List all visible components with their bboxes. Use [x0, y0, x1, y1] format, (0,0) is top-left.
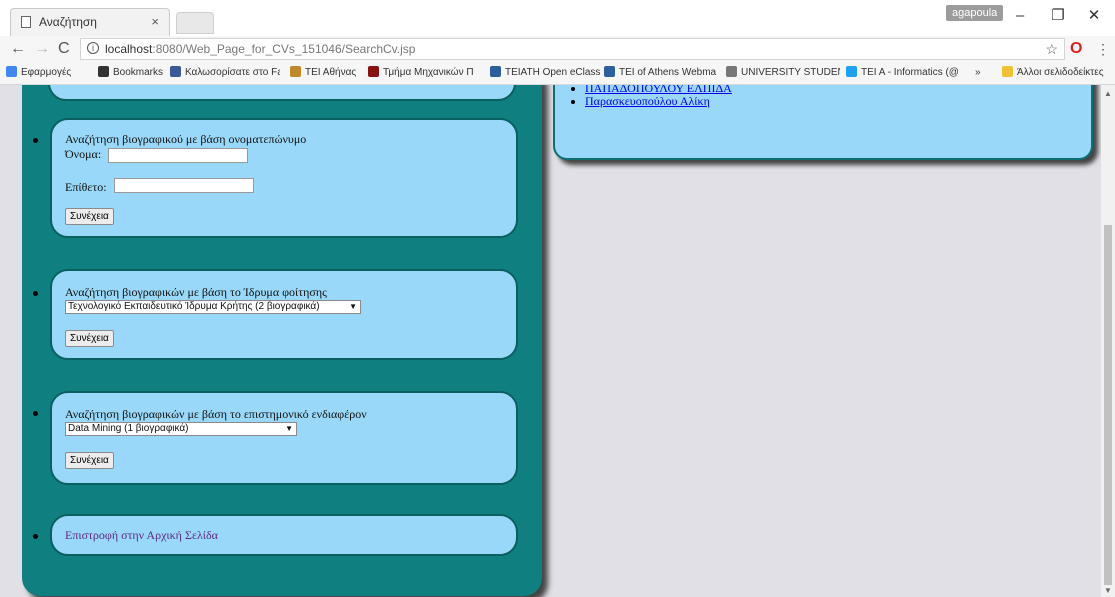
dept-logo-icon [368, 66, 379, 77]
continue-button[interactable]: Συνέχεια [65, 330, 114, 347]
bookmark-twitter[interactable]: TEI A - Informatics (@ [846, 62, 960, 84]
bookmark-tei-athens[interactable]: ΤΕΙ Αθήνας [290, 62, 356, 84]
interest-select[interactable]: Data Mining (1 βιογραφικά) ▼ [65, 422, 297, 436]
list-bullet [33, 138, 38, 143]
university-icon [726, 66, 737, 77]
page-scrollbar[interactable]: ▲ ▼ [1101, 85, 1115, 597]
results-panel: ΠΑΠΑΔΟΠΟΥΛΟΥ ΕΛΠΙΔΑ Παρασκευοπούλου Αλίκ… [553, 85, 1093, 160]
menu-kebab-icon[interactable]: ⋮ [1096, 39, 1110, 59]
url-text: localhost:8080/Web_Page_for_CVs_151046/S… [105, 42, 416, 56]
continue-button[interactable]: Συνέχεια [65, 208, 114, 225]
continue-button[interactable]: Συνέχεια [65, 452, 114, 469]
search-by-interest-card: Αναζήτηση βιογραφικών με βάση το επιστημ… [50, 391, 518, 485]
scroll-down-icon[interactable]: ▼ [1104, 586, 1112, 595]
dropdown-arrow-icon: ▼ [349, 302, 357, 311]
tei-logo-icon [290, 66, 301, 77]
bookmark-star-icon[interactable]: ☆ [1045, 39, 1058, 59]
list-bullet [33, 291, 38, 296]
reload-icon[interactable]: C [58, 37, 70, 61]
dropdown-arrow-icon: ▼ [285, 424, 293, 433]
bookmark-university[interactable]: UNIVERSITY STUDENT [726, 62, 840, 84]
bookmarks-more-icon[interactable]: » [975, 62, 981, 84]
card-heading: Αναζήτηση βιογραφικών με βάση το Ίδρυμα … [65, 285, 327, 299]
opera-extension-icon[interactable]: O [1070, 39, 1082, 59]
address-bar: ← → C i localhost:8080/Web_Page_for_CVs_… [0, 36, 1115, 62]
minimize-button[interactable]: – [1006, 4, 1034, 28]
result-link[interactable]: Παρασκευοπούλου Αλίκη [585, 94, 710, 108]
apps-grid-icon [6, 66, 17, 77]
card-heading: Αναζήτηση βιογραφικού με βάση ονοματεπών… [65, 132, 307, 146]
bookmark-bookmarks[interactable]: Bookmarks [98, 62, 163, 84]
browser-tab[interactable]: Αναζήτηση × [10, 8, 170, 36]
home-link[interactable]: Επιστροφή στην Αρχική Σελίδα [65, 528, 218, 543]
bookmarks-bar: Εφαρμογές Bookmarks Καλωσορίσατε στο Fa … [0, 62, 1115, 85]
bookmark-apps[interactable]: Εφαρμογές [6, 62, 71, 84]
url-input[interactable]: i localhost:8080/Web_Page_for_CVs_151046… [80, 38, 1065, 60]
forward-arrow-icon[interactable]: → [34, 37, 50, 61]
institution-select[interactable]: Τεχνολογικό Εκπαιδευτικό Ίδρυμα Κρήτης (… [65, 300, 361, 314]
bookmark-eclass[interactable]: TEIATH Open eClass [490, 62, 600, 84]
results-list: ΠΑΠΑΔΟΠΟΥΛΟΥ ΕΛΠΙΔΑ Παρασκευοπούλου Αλίκ… [585, 85, 732, 108]
tab-title: Αναζήτηση [39, 15, 97, 29]
scroll-up-icon[interactable]: ▲ [1104, 89, 1112, 98]
bookmark-facebook[interactable]: Καλωσορίσατε στο Fa [170, 62, 280, 84]
tab-close-icon[interactable]: × [151, 9, 159, 35]
folder-icon [1002, 66, 1013, 77]
list-item: Παρασκευοπούλου Αλίκη [585, 95, 732, 108]
home-link-card: Επιστροφή στην Αρχική Σελίδα [50, 514, 518, 556]
scrollbar-thumb[interactable] [1104, 225, 1112, 585]
list-bullet [33, 534, 38, 539]
first-name-input[interactable] [108, 148, 248, 163]
user-badge[interactable]: agapoula [946, 5, 1004, 21]
page-icon [21, 16, 31, 28]
new-tab-button[interactable] [176, 12, 214, 34]
star-icon [98, 66, 109, 77]
facebook-icon [170, 66, 181, 77]
last-name-input[interactable] [114, 178, 254, 193]
back-arrow-icon[interactable]: ← [10, 37, 26, 61]
last-name-label: Επίθετο: [65, 180, 107, 194]
search-by-name-card: Αναζήτηση βιογραφικού με βάση ονοματεπών… [50, 118, 518, 238]
restore-button[interactable]: ❐ [1044, 4, 1072, 28]
first-name-label: Όνομα: [65, 147, 102, 161]
previous-card [48, 85, 516, 101]
info-icon[interactable]: i [87, 42, 99, 54]
bookmark-webmail[interactable]: TEI of Athens Webma [604, 62, 720, 84]
page-viewport: ΠΑΠΑΔΟΠΟΥΛΟΥ ΕΛΠΙΔΑ Παρασκευοπούλου Αλίκ… [0, 85, 1101, 597]
other-bookmarks[interactable]: Άλλοι σελιδοδείκτες [1002, 62, 1104, 84]
bookmark-dept[interactable]: Τμήμα Μηχανικών Π [368, 62, 478, 84]
webmail-icon [604, 66, 615, 77]
close-window-button[interactable]: ✕ [1080, 4, 1108, 28]
list-bullet [33, 411, 38, 416]
eclass-icon [490, 66, 501, 77]
browser-title-bar: Αναζήτηση × agapoula – ❐ ✕ [0, 0, 1115, 36]
search-by-institution-card: Αναζήτηση βιογραφικών με βάση το Ίδρυμα … [50, 269, 518, 360]
twitter-icon [846, 66, 857, 77]
card-heading: Αναζήτηση βιογραφικών με βάση το επιστημ… [65, 407, 367, 421]
